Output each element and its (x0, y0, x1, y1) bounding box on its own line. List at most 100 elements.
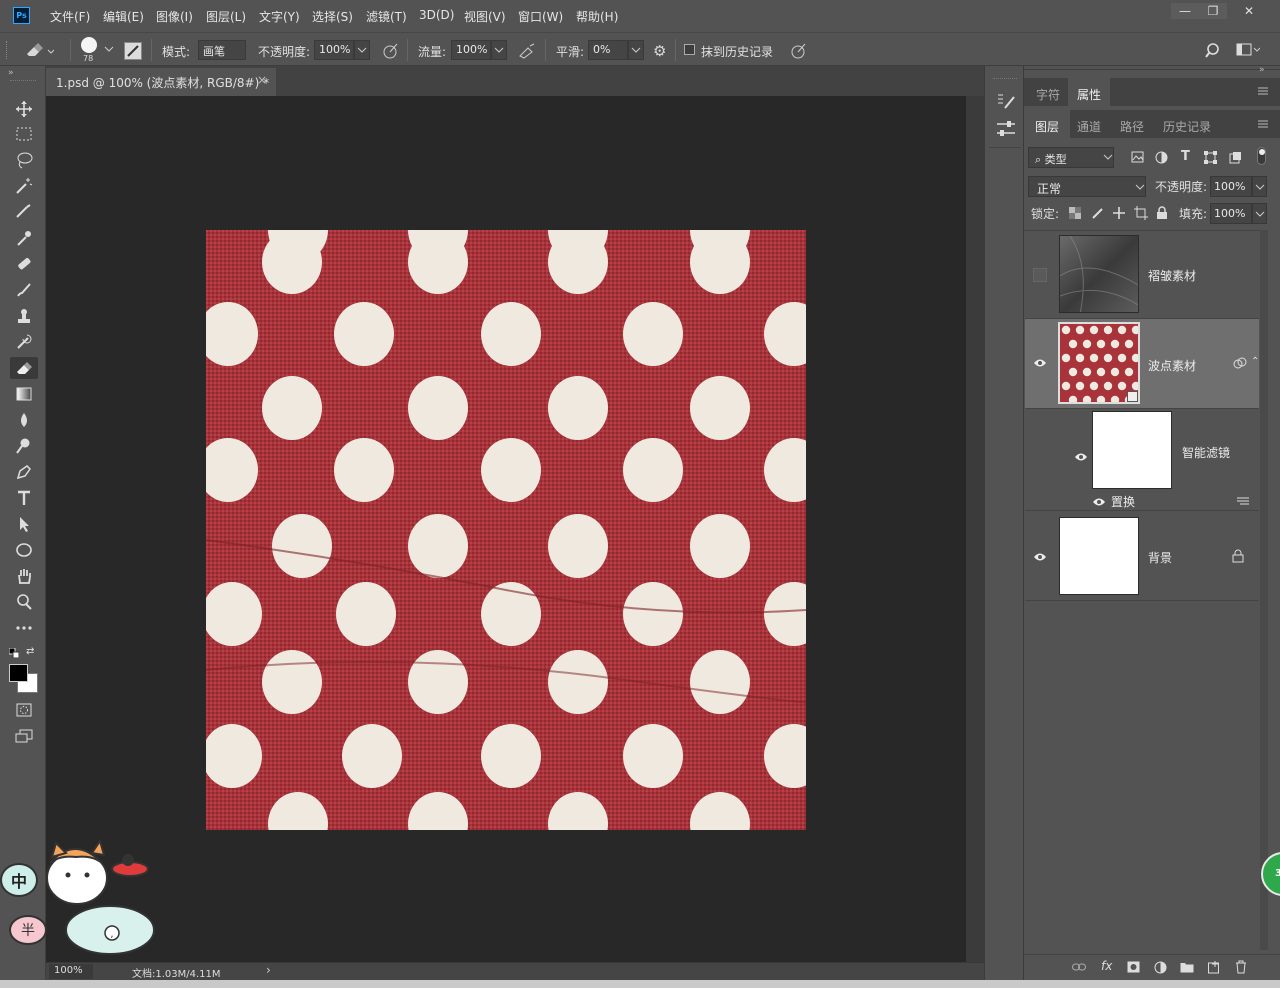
document-tab[interactable]: 1.psd @ 100% (波点素材, RGB/8#) * × (46, 68, 276, 96)
opacity-input[interactable]: 100% (314, 40, 354, 60)
toolbox-grip[interactable] (10, 80, 36, 81)
eraser-tool-icon[interactable] (10, 357, 38, 379)
link-layers-icon[interactable] (1072, 962, 1086, 972)
smart-filters-row[interactable]: 智能滤镜 置换 (1025, 409, 1259, 511)
menu-type[interactable]: 文字(Y) (259, 8, 300, 25)
eye-icon[interactable] (1032, 551, 1048, 563)
type-tool-icon[interactable] (10, 487, 38, 509)
dodge-tool-icon[interactable] (10, 435, 38, 457)
menu-layer[interactable]: 图层(L) (206, 8, 246, 25)
filter-adjustment-icon[interactable] (1155, 151, 1168, 164)
tab-character[interactable]: 字符 (1036, 86, 1060, 103)
swap-colors-icon[interactable]: ⇄ (26, 646, 34, 657)
ime-language-button[interactable]: 中 (0, 863, 38, 897)
expand-panels-icon[interactable]: » (1259, 65, 1265, 75)
fill-input[interactable]: 100% (1210, 203, 1252, 224)
add-mask-icon[interactable] (1127, 961, 1140, 973)
eye-icon[interactable] (1032, 357, 1048, 369)
foreground-color-swatch[interactable] (9, 664, 28, 682)
gradient-tool-icon[interactable] (10, 383, 38, 405)
brush-tip-icon[interactable] (81, 37, 97, 53)
brush-tool-icon[interactable] (10, 279, 38, 301)
adjustments-panel-icon[interactable] (995, 119, 1017, 139)
strip-grip[interactable] (993, 78, 1017, 79)
minimize-button[interactable]: — (1171, 3, 1199, 19)
brush-preset-panel-icon[interactable] (995, 91, 1017, 111)
layers-scrollbar[interactable] (1260, 230, 1268, 950)
quick-mask-icon[interactable] (10, 699, 38, 721)
eye-icon[interactable] (1091, 496, 1107, 508)
filter-options-icon[interactable] (1236, 496, 1250, 506)
smart-filter-icon[interactable] (1233, 357, 1247, 369)
tab-properties[interactable]: 属性 (1068, 78, 1111, 106)
default-colors-icon[interactable] (9, 648, 19, 658)
filter-smart-object-icon[interactable] (1229, 151, 1242, 164)
eyedropper-icon[interactable] (10, 227, 38, 249)
filter-toggle[interactable] (1257, 147, 1266, 165)
healing-brush-icon[interactable] (10, 253, 38, 275)
stamp-tool-icon[interactable] (10, 305, 38, 327)
new-layer-icon[interactable] (1208, 961, 1221, 974)
pressure-size-icon[interactable] (789, 42, 807, 60)
lock-artboard-icon[interactable] (1134, 206, 1148, 220)
restore-button[interactable]: ❐ (1199, 3, 1227, 19)
layer-filter-select[interactable]: ⌕ 类型 (1028, 147, 1114, 168)
close-tab-icon[interactable]: × (257, 73, 267, 87)
menu-3d[interactable]: 3D(D) (419, 8, 454, 22)
opacity-dropdown[interactable] (354, 40, 370, 60)
menu-edit[interactable]: 编辑(E) (103, 8, 144, 25)
move-tool-icon[interactable] (10, 98, 38, 120)
layer-row[interactable]: 背景 (1025, 511, 1259, 601)
visibility-toggle[interactable] (1033, 268, 1047, 282)
flow-input[interactable]: 100% (451, 40, 491, 60)
menu-select[interactable]: 选择(S) (312, 8, 353, 25)
erase-history-checkbox[interactable] (684, 44, 695, 55)
brush-dropdown-icon[interactable] (104, 45, 114, 53)
layer-opacity-input[interactable]: 100% (1210, 176, 1252, 197)
expand-effects-icon[interactable]: ⌃ (1251, 356, 1259, 367)
tab-channels[interactable]: 通道 (1077, 118, 1101, 135)
smooth-dropdown[interactable] (628, 40, 644, 60)
blur-tool-icon[interactable] (10, 409, 38, 431)
menu-filter[interactable]: 滤镜(T) (366, 8, 407, 25)
panel-collapse-bar[interactable] (1024, 66, 1280, 70)
airbrush-icon[interactable] (518, 42, 536, 60)
lock-transparent-icon[interactable] (1069, 207, 1081, 219)
grip-handle[interactable] (6, 41, 10, 59)
tab-history[interactable]: 历史记录 (1163, 118, 1211, 135)
lock-position-icon[interactable] (1112, 206, 1126, 220)
lock-pixels-icon[interactable] (1091, 206, 1105, 220)
collapse-toolbox-icon[interactable]: » (8, 68, 14, 78)
panel-menu-icon[interactable] (1257, 86, 1269, 96)
tab-paths[interactable]: 路径 (1120, 118, 1144, 135)
ellipse-tool-icon[interactable] (10, 539, 38, 561)
layer-opacity-dropdown[interactable] (1252, 176, 1267, 197)
zoom-tool-icon[interactable] (10, 591, 38, 613)
workspace-icon[interactable] (1236, 43, 1260, 57)
mode-select[interactable]: 画笔 (198, 40, 246, 60)
path-selection-icon[interactable] (10, 513, 38, 535)
filter-pixel-icon[interactable] (1131, 151, 1144, 163)
hand-tool-icon[interactable] (10, 565, 38, 587)
status-menu-arrow[interactable]: › (266, 963, 271, 977)
menu-file[interactable]: 文件(F) (50, 8, 90, 25)
filter-shape-icon[interactable] (1204, 151, 1217, 164)
lasso-tool-icon[interactable] (10, 149, 38, 171)
close-button[interactable]: ✕ (1227, 3, 1271, 19)
search-icon[interactable] (1205, 42, 1223, 60)
more-tools-icon[interactable] (10, 617, 38, 639)
menu-help[interactable]: 帮助(H) (576, 8, 618, 25)
layer-row[interactable]: 褶皱素材 (1025, 231, 1259, 319)
flow-dropdown[interactable] (491, 40, 507, 60)
pen-tool-icon[interactable] (10, 461, 38, 483)
fill-dropdown[interactable] (1252, 203, 1267, 224)
image-canvas[interactable] (206, 230, 806, 830)
new-group-icon[interactable] (1180, 961, 1194, 973)
zoom-level-field[interactable]: 100% (49, 964, 93, 979)
eye-icon[interactable] (1073, 451, 1089, 463)
magic-wand-icon[interactable] (10, 175, 38, 197)
menu-view[interactable]: 视图(V) (464, 8, 506, 25)
trash-icon[interactable] (1235, 960, 1247, 974)
canvas-area[interactable] (46, 96, 966, 962)
vertical-scrollbar[interactable] (966, 96, 984, 962)
